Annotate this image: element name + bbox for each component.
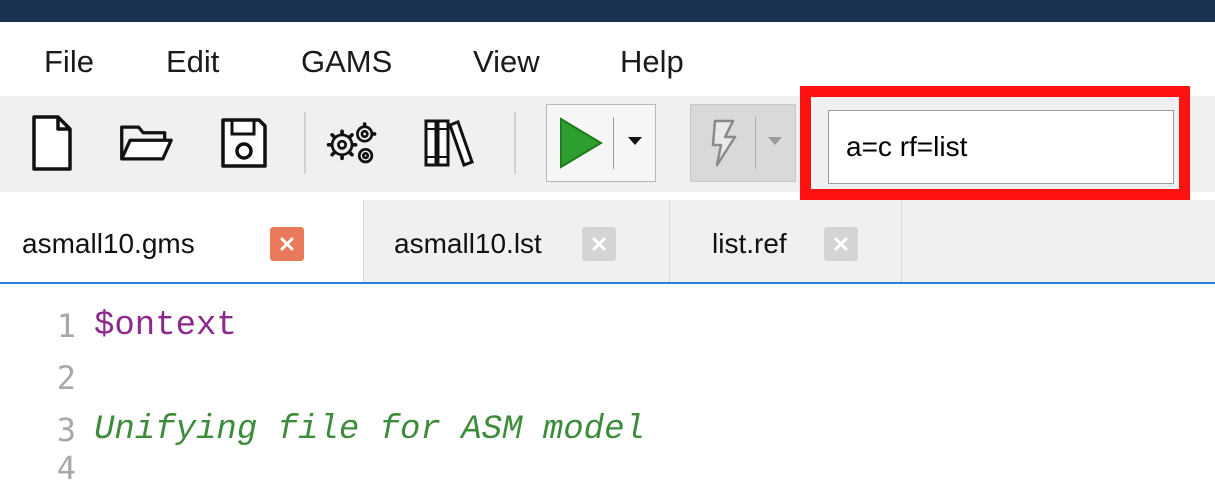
dropdown-arrow-icon[interactable] xyxy=(627,135,643,147)
new-file-icon xyxy=(32,115,72,171)
toolbar xyxy=(0,96,1215,192)
model-library-button[interactable] xyxy=(420,110,476,176)
menu-edit[interactable]: Edit xyxy=(166,44,219,80)
interrupt-button[interactable] xyxy=(690,104,796,182)
editor-line: 2 xyxy=(0,354,1215,402)
tab-asmall10-lst[interactable]: asmall10.lst xyxy=(364,200,670,282)
close-icon[interactable] xyxy=(270,227,304,261)
interrupt-icon xyxy=(711,119,737,167)
new-file-button[interactable] xyxy=(24,110,80,176)
dropdown-arrow-icon[interactable] xyxy=(767,135,783,147)
save-button[interactable] xyxy=(216,110,272,176)
menu-help[interactable]: Help xyxy=(620,44,684,80)
menu-file[interactable]: File xyxy=(44,44,94,80)
line-number: 4 xyxy=(56,449,76,487)
run-button-divider xyxy=(613,117,614,169)
command-line-parameters-input[interactable] xyxy=(828,110,1174,184)
menu-bar: File Edit GAMS View Help xyxy=(0,22,1215,96)
window-title-bar xyxy=(0,0,1215,22)
editor-line: 4 xyxy=(0,444,1215,492)
toolbar-separator xyxy=(514,112,516,174)
menu-gams[interactable]: GAMS xyxy=(301,44,392,80)
close-icon[interactable] xyxy=(824,227,858,261)
model-library-icon xyxy=(424,119,474,167)
settings-button[interactable] xyxy=(324,110,380,176)
tab-label: list.ref xyxy=(712,228,787,259)
settings-gears-icon xyxy=(326,122,377,164)
tab-bar: asmall10.gms asmall10.lst list.ref xyxy=(0,200,1215,284)
line-number: 1 xyxy=(56,307,76,345)
tab-list-ref[interactable]: list.ref xyxy=(670,200,902,282)
tab-asmall10-gms[interactable]: asmall10.gms xyxy=(0,200,364,282)
close-icon[interactable] xyxy=(582,227,616,261)
save-icon xyxy=(221,118,267,168)
tab-label: asmall10.gms xyxy=(22,228,195,259)
editor-line: 1 $ontext xyxy=(0,302,1215,350)
menu-view[interactable]: View xyxy=(473,44,540,80)
code-text: $ontext xyxy=(94,307,237,345)
run-button[interactable] xyxy=(546,104,656,182)
run-icon xyxy=(560,117,603,169)
toolbar-separator xyxy=(304,112,306,174)
line-number: 2 xyxy=(56,359,76,397)
code-editor[interactable]: 1 $ontext 2 3 Unifying file for ASM mode… xyxy=(0,284,1215,487)
open-folder-icon xyxy=(120,125,173,161)
tab-label: asmall10.lst xyxy=(394,228,542,259)
interrupt-button-divider xyxy=(755,117,756,169)
open-file-button[interactable] xyxy=(118,110,174,176)
